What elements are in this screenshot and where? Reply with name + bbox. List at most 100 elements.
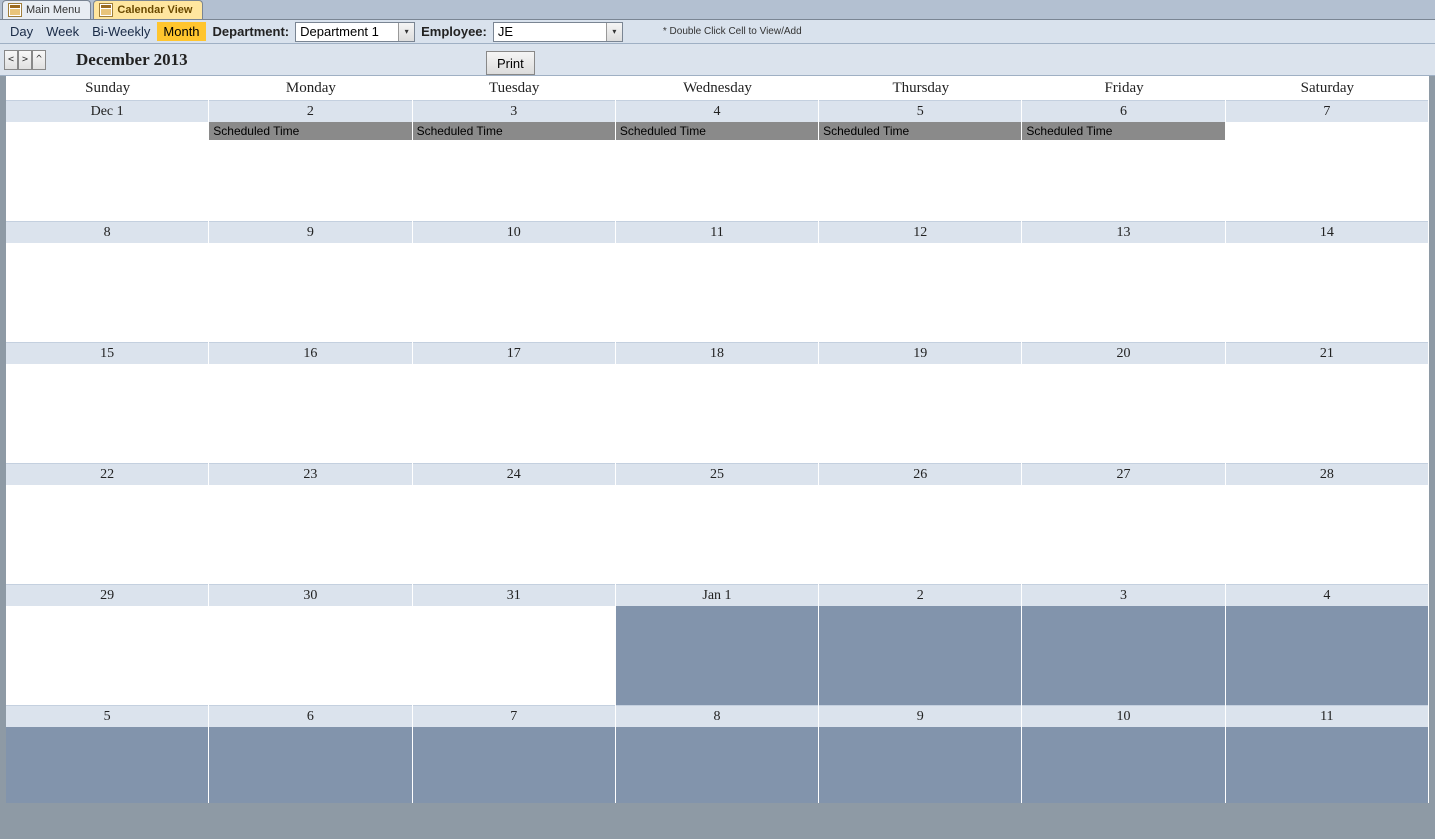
day-body[interactable]: Scheduled Time [209, 122, 411, 221]
day-body[interactable]: Scheduled Time [413, 122, 615, 221]
form-icon [8, 3, 22, 17]
day-body[interactable] [819, 364, 1021, 463]
day-body[interactable] [6, 606, 208, 705]
day-body[interactable]: Scheduled Time [616, 122, 818, 221]
date-header: 5 [6, 705, 208, 727]
event-bar[interactable]: Scheduled Time [1022, 122, 1224, 140]
dropdown-arrow-icon[interactable]: ▾ [398, 23, 414, 41]
day-body[interactable] [1022, 364, 1224, 463]
day-body[interactable] [1226, 364, 1428, 463]
day-body[interactable] [819, 727, 1021, 803]
day-body[interactable]: Scheduled Time [819, 122, 1021, 221]
day-body[interactable] [6, 727, 208, 803]
day-body[interactable] [209, 485, 411, 584]
tab-main-menu-label: Main Menu [26, 4, 80, 16]
day-body[interactable] [1226, 727, 1428, 803]
day-cell: 10 [1022, 705, 1225, 803]
dropdown-arrow-icon[interactable]: ▾ [606, 23, 622, 41]
event-bar[interactable]: Scheduled Time [616, 122, 818, 140]
date-header: 6 [1022, 100, 1224, 122]
date-header: 18 [616, 342, 818, 364]
day-body[interactable] [1022, 606, 1224, 705]
event-bar[interactable]: Scheduled Time [209, 122, 411, 140]
week-row: Dec 12Scheduled Time3Scheduled Time4Sche… [6, 100, 1429, 221]
day-body[interactable] [819, 606, 1021, 705]
date-header: 4 [1226, 584, 1428, 606]
day-body[interactable] [209, 364, 411, 463]
week-row: 15161718192021 [6, 342, 1429, 463]
view-biweekly-button[interactable]: Bi-Weekly [86, 22, 156, 41]
day-body[interactable] [413, 606, 615, 705]
day-cell: 5 [6, 705, 209, 803]
day-body[interactable] [6, 364, 208, 463]
day-body[interactable] [413, 364, 615, 463]
day-body[interactable] [616, 243, 818, 342]
department-select[interactable] [295, 22, 415, 42]
calendar: SundayMondayTuesdayWednesdayThursdayFrid… [6, 76, 1429, 803]
tab-main-menu[interactable]: Main Menu [2, 0, 91, 19]
day-cell: 7 [1226, 100, 1429, 221]
up-button[interactable]: ^ [32, 50, 46, 70]
day-header: Thursday [819, 76, 1022, 100]
day-body[interactable] [819, 485, 1021, 584]
date-header: 14 [1226, 221, 1428, 243]
day-body[interactable] [1226, 485, 1428, 584]
event-bar[interactable]: Scheduled Time [413, 122, 615, 140]
day-body[interactable] [1022, 243, 1224, 342]
next-month-button[interactable]: > [18, 50, 32, 70]
view-day-button[interactable]: Day [4, 22, 39, 41]
view-week-button[interactable]: Week [40, 22, 85, 41]
day-body[interactable] [819, 243, 1021, 342]
day-cell: 8 [6, 221, 209, 342]
day-cell: 16 [209, 342, 412, 463]
date-header: 2 [819, 584, 1021, 606]
date-header: 19 [819, 342, 1021, 364]
day-cell: 24 [413, 463, 616, 584]
date-header: 29 [6, 584, 208, 606]
day-body[interactable] [1226, 243, 1428, 342]
date-header: 10 [1022, 705, 1224, 727]
day-body[interactable] [6, 243, 208, 342]
day-cell: 8 [616, 705, 819, 803]
day-cell: 13 [1022, 221, 1225, 342]
tab-calendar-view[interactable]: Calendar View [93, 0, 203, 19]
day-body[interactable] [413, 243, 615, 342]
day-body[interactable] [209, 243, 411, 342]
day-body[interactable] [1226, 122, 1428, 221]
event-bar[interactable]: Scheduled Time [819, 122, 1021, 140]
day-header: Friday [1022, 76, 1225, 100]
date-header: 6 [209, 705, 411, 727]
date-header: 17 [413, 342, 615, 364]
date-header: 8 [6, 221, 208, 243]
day-cell: 3 [1022, 584, 1225, 705]
day-body[interactable] [616, 485, 818, 584]
day-body[interactable] [616, 364, 818, 463]
day-header: Wednesday [616, 76, 819, 100]
day-body[interactable] [209, 727, 411, 803]
day-body[interactable] [209, 606, 411, 705]
day-body[interactable] [616, 606, 818, 705]
prev-month-button[interactable]: < [4, 50, 18, 70]
day-cell: 11 [1226, 705, 1429, 803]
date-header: 15 [6, 342, 208, 364]
nav-bar: < > ^ December 2013 [0, 44, 1435, 76]
day-body[interactable] [616, 727, 818, 803]
day-header: Sunday [6, 76, 209, 100]
view-month-button[interactable]: Month [157, 22, 205, 41]
day-body[interactable] [413, 485, 615, 584]
day-body[interactable]: Scheduled Time [1022, 122, 1224, 221]
day-body[interactable] [413, 727, 615, 803]
help-text: * Double Click Cell to View/Add [663, 26, 802, 37]
day-body[interactable] [1022, 727, 1224, 803]
day-body[interactable] [1022, 485, 1224, 584]
week-row: 22232425262728 [6, 463, 1429, 584]
tab-calendar-view-label: Calendar View [117, 4, 192, 16]
employee-label: Employee: [421, 24, 487, 39]
week-row: 293031Jan 1234 [6, 584, 1429, 705]
day-body[interactable] [6, 122, 208, 221]
day-body[interactable] [1226, 606, 1428, 705]
print-button[interactable]: Print [486, 51, 535, 75]
day-cell: 30 [209, 584, 412, 705]
employee-select[interactable] [493, 22, 623, 42]
day-body[interactable] [6, 485, 208, 584]
